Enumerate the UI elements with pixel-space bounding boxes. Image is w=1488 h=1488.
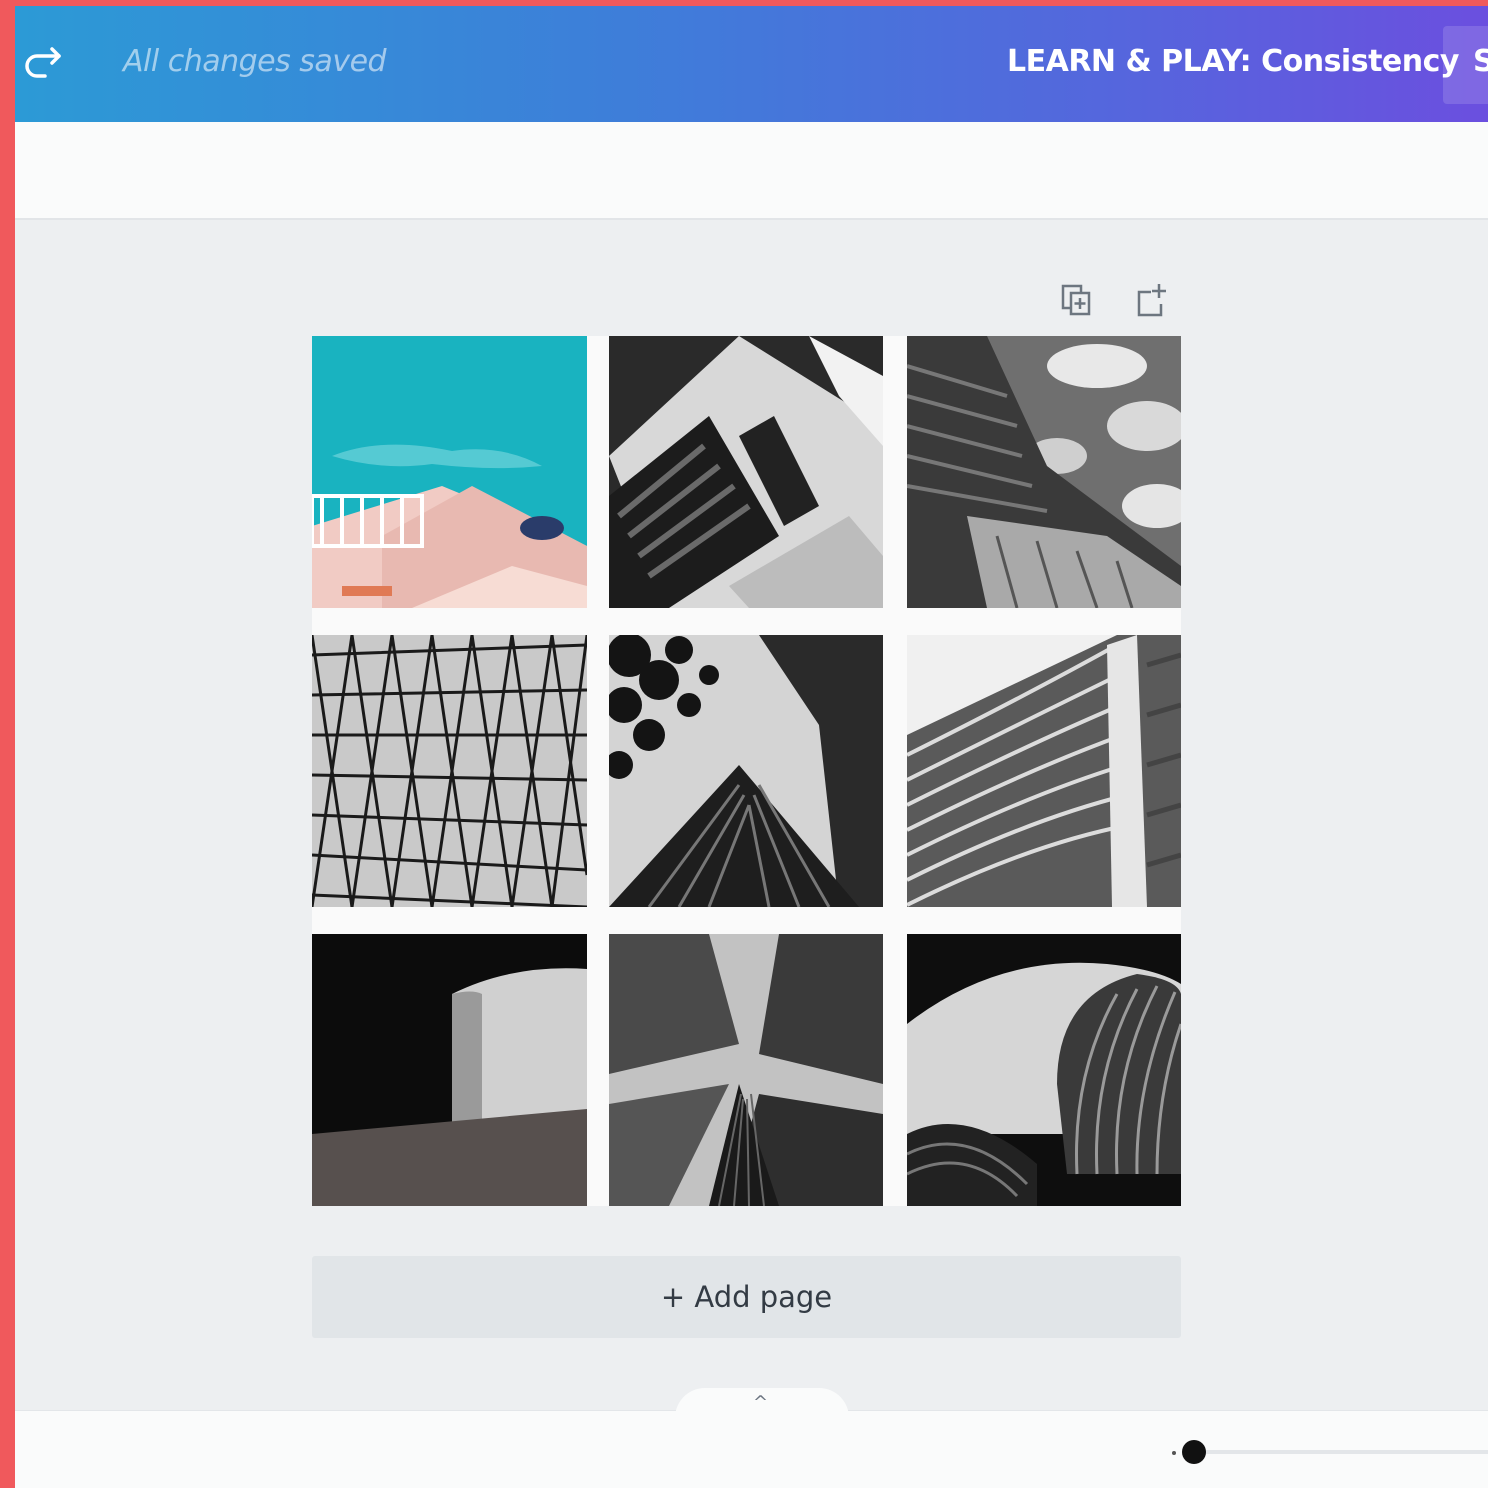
editor-window: All changes saved LEARN & PLAY: Consiste… xyxy=(15,6,1488,1488)
duplicate-page-icon[interactable] xyxy=(1059,282,1095,318)
photo-tile-lattice-dome[interactable] xyxy=(312,635,587,907)
editor-toolbar xyxy=(15,122,1488,220)
share-button[interactable]: S xyxy=(1443,26,1488,104)
document-title[interactable]: LEARN & PLAY: Consistency xyxy=(1007,44,1459,79)
zoom-slider-track[interactable] xyxy=(1193,1450,1488,1454)
top-bar: All changes saved LEARN & PLAY: Consiste… xyxy=(15,6,1488,122)
photo-tile-pink-building[interactable] xyxy=(312,336,587,608)
zoom-min-marker xyxy=(1172,1451,1176,1455)
add-page-icon[interactable] xyxy=(1133,282,1169,318)
bottom-bar xyxy=(15,1410,1488,1488)
add-page-button[interactable]: + Add page xyxy=(312,1256,1181,1338)
saved-status: All changes saved xyxy=(123,44,387,79)
photo-tile-curved-wall-dark[interactable] xyxy=(312,934,587,1206)
photo-tile-tower-and-tree[interactable] xyxy=(609,635,883,907)
zoom-slider-handle[interactable] xyxy=(1182,1440,1206,1464)
share-button-label: S xyxy=(1473,44,1488,79)
photo-tile-angled-facade[interactable] xyxy=(609,336,883,608)
collapse-pages-toggle[interactable]: ^ xyxy=(675,1388,849,1418)
chevron-up-icon: ^ xyxy=(753,1392,769,1413)
photo-tile-converging-towers[interactable] xyxy=(609,934,883,1206)
photo-tile-curved-skyscraper[interactable] xyxy=(907,635,1181,907)
photo-grid-page[interactable] xyxy=(312,336,1181,1206)
redo-icon[interactable] xyxy=(21,46,65,82)
photo-tile-glass-tower-clouds[interactable] xyxy=(907,336,1181,608)
photo-tile-round-tower-arch[interactable] xyxy=(907,934,1181,1206)
